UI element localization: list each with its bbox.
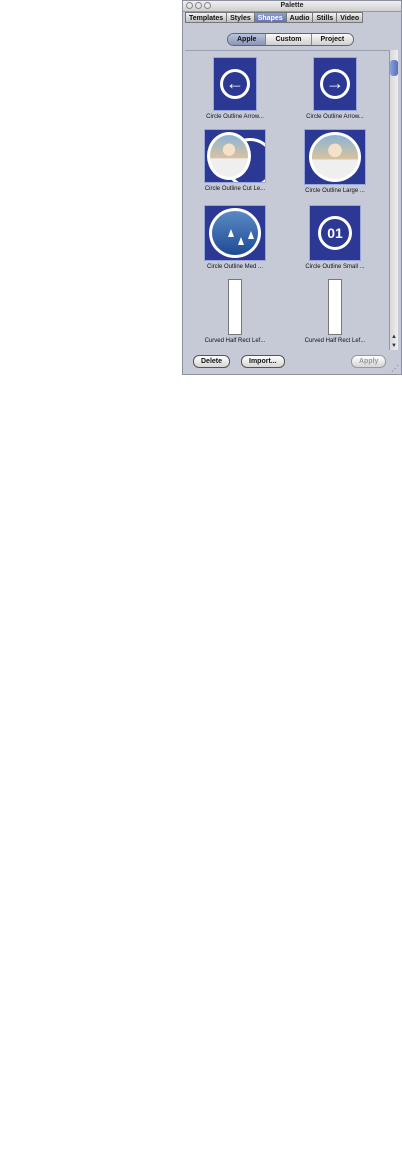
boat (238, 237, 244, 245)
shape-thumbnail[interactable] (204, 205, 266, 261)
shape-label: Circle Outline Arrow... (206, 114, 264, 120)
tab-video[interactable]: Video (336, 12, 364, 23)
scrollbar-thumb[interactable] (390, 60, 398, 76)
title-bar[interactable]: Palette (183, 1, 401, 12)
tab-styles[interactable]: Styles (226, 12, 255, 23)
shape-item[interactable]: Curved Half Rect Lef... (285, 279, 385, 344)
shape-label: Curved Half Rect Lef... (304, 338, 366, 344)
import-button[interactable]: Import... (241, 355, 285, 368)
white-rect (229, 280, 241, 334)
library-segmented-control: Apple Custom Project (227, 33, 355, 46)
shape-label: Circle Outline Large ... (305, 188, 365, 194)
vertical-scrollbar[interactable]: ▲ ▼ (389, 50, 398, 350)
people-photo (207, 132, 251, 180)
segment-custom[interactable]: Custom (266, 34, 312, 45)
scroll-up-icon[interactable]: ▲ (390, 333, 398, 341)
shape-item[interactable]: Circle Outline Cut Le... (185, 129, 285, 192)
tab-audio[interactable]: Audio (285, 12, 314, 23)
shape-label: Circle Outline Arrow... (306, 114, 364, 120)
shape-thumbnail[interactable] (204, 129, 266, 183)
apply-button[interactable]: Apply (351, 355, 387, 368)
boat (228, 229, 234, 237)
number-icon: 01 (318, 216, 352, 250)
shape-item[interactable]: 01 Circle Outline Small ... (285, 205, 385, 270)
shape-label: Curved Half Rect Lef... (204, 338, 266, 344)
shape-thumbnail[interactable]: 01 (309, 205, 361, 261)
window-title: Palette (280, 2, 304, 9)
boat (248, 231, 254, 239)
shape-item[interactable]: Curved Half Rect Lef... (185, 279, 285, 344)
shapes-grid: ← Circle Outline Arrow... → Circle Outli… (185, 50, 393, 351)
shape-label: Circle Outline Cut Le... (204, 186, 266, 192)
shape-item[interactable]: Circle Outline Large ... (285, 129, 385, 194)
shape-label: Circle Outline Small ... (305, 264, 365, 270)
shape-label: Circle Outline Med ... (206, 264, 264, 270)
shape-thumbnail[interactable] (228, 279, 242, 335)
resize-grip-icon[interactable]: ⋰ (391, 364, 400, 373)
palette-window: Palette Templates Styles Shapes Audio St… (182, 0, 402, 375)
shape-item[interactable]: Circle Outline Med ... (185, 205, 285, 270)
shape-thumbnail[interactable]: → (313, 57, 357, 111)
delete-button[interactable]: Delete (193, 355, 231, 368)
shape-item[interactable]: → Circle Outline Arrow... (285, 57, 385, 120)
boats-photo (209, 208, 261, 258)
left-arrow-icon: ← (220, 69, 250, 99)
palette-tabs: Templates Styles Shapes Audio Stills Vid… (185, 12, 364, 23)
right-arrow-icon: → (320, 69, 350, 99)
tab-stills[interactable]: Stills (312, 12, 338, 23)
shape-thumbnail[interactable] (304, 129, 366, 185)
segment-project[interactable]: Project (311, 34, 354, 45)
white-rect (329, 280, 341, 334)
shape-thumbnail[interactable] (328, 279, 342, 335)
segment-apple[interactable]: Apple (228, 34, 267, 45)
shape-item[interactable]: ← Circle Outline Arrow... (185, 57, 285, 120)
tab-shapes[interactable]: Shapes (253, 12, 287, 23)
scroll-down-icon[interactable]: ▼ (390, 342, 398, 350)
tab-templates[interactable]: Templates (185, 12, 228, 23)
shape-thumbnail[interactable]: ← (213, 57, 257, 111)
people-photo (309, 132, 361, 182)
